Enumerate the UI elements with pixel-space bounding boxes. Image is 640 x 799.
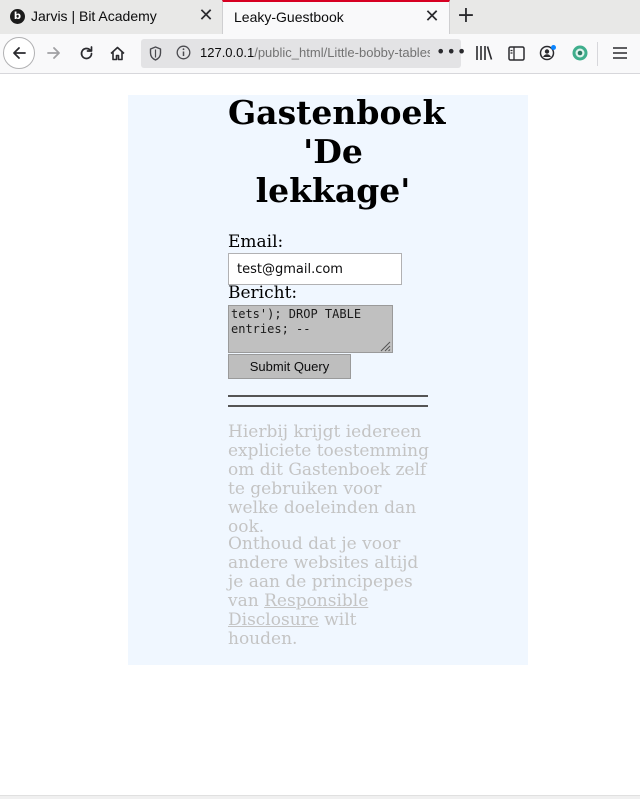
sidebar-icon (507, 45, 525, 61)
tab-title: Leaky-Guestbook (234, 9, 344, 25)
shield-icon[interactable] (149, 46, 162, 61)
home-icon (109, 46, 125, 60)
guestbook-panel: Gastenboek 'De lekkage' Email: Bericht: … (128, 93, 528, 665)
navigation-toolbar: 127.0.0.1/public_html/Little-bobby-table… (0, 34, 640, 74)
page-viewport: Gastenboek 'De lekkage' Email: Bericht: … (0, 75, 640, 795)
window-bottom-edge (0, 795, 640, 799)
submit-button[interactable]: Submit Query (228, 354, 351, 379)
email-field[interactable] (228, 253, 402, 285)
close-tab-icon[interactable]: ✕ (197, 6, 215, 26)
forward-arrow-icon (47, 47, 60, 59)
resize-grip-icon[interactable] (378, 339, 391, 352)
tab-strip: b Jarvis | Bit Academy ✕ Leaky-Guestbook… (0, 0, 640, 34)
url-host: 127.0.0.1 (200, 45, 255, 60)
menu-button[interactable] (609, 42, 631, 64)
home-button[interactable] (103, 38, 131, 68)
divider (228, 405, 428, 407)
message-textarea[interactable]: tets'); DROP TABLE entries; -- (228, 305, 393, 353)
disclosure-notice: Onthoud dat je voor andere websites alti… (228, 535, 430, 649)
address-bar[interactable]: 127.0.0.1/public_html/Little-bobby-table… (141, 39, 466, 68)
back-button[interactable] (3, 37, 35, 69)
reload-button[interactable] (72, 38, 100, 68)
divider (228, 395, 428, 397)
account-button[interactable] (537, 42, 559, 64)
sidebar-button[interactable] (505, 42, 527, 64)
url-text[interactable]: 127.0.0.1/public_html/Little-bobby-table… (200, 45, 430, 60)
library-button[interactable] (473, 42, 495, 64)
extension-button[interactable] (569, 42, 591, 64)
tab-title: Jarvis | Bit Academy (31, 8, 157, 24)
info-icon[interactable] (176, 45, 191, 60)
reload-icon (80, 45, 92, 59)
bit-academy-favicon-icon: b (10, 9, 25, 24)
tab-leaky-guestbook[interactable]: Leaky-Guestbook ✕ (222, 0, 450, 34)
back-arrow-icon (13, 47, 26, 59)
url-path: /public_html/Little-bobby-tables-l (254, 45, 430, 60)
new-tab-button[interactable]: + (455, 4, 477, 28)
tab-jarvis-bit-academy[interactable]: b Jarvis | Bit Academy ✕ (0, 0, 222, 34)
page-title: Gastenboek 'De lekkage' (228, 93, 446, 210)
toolbar-separator (597, 42, 598, 66)
forward-button[interactable] (40, 38, 68, 68)
message-label: Bericht: (228, 283, 298, 303)
extension-icon (572, 45, 588, 61)
library-icon (476, 46, 493, 60)
account-icon (539, 45, 556, 61)
page-actions-more-icon[interactable]: ••• (436, 42, 467, 61)
hamburger-menu-icon (613, 47, 627, 59)
permission-notice: Hierbij krijgt iedereen expliciete toest… (228, 422, 429, 537)
email-label: Email: (228, 232, 284, 252)
close-tab-icon[interactable]: ✕ (423, 7, 441, 27)
